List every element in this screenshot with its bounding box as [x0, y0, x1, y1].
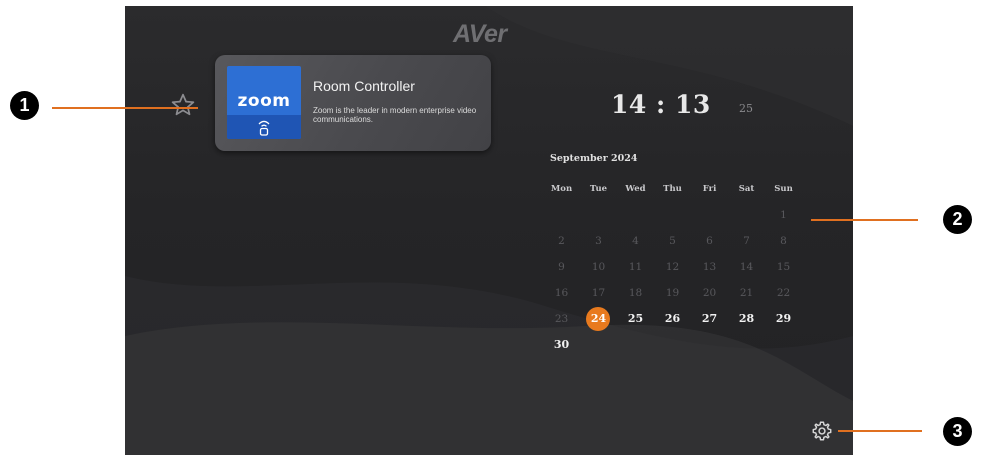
callout-3-leader [838, 430, 922, 432]
calendar-day: 15 [776, 261, 791, 273]
today-label: 24 [590, 312, 607, 325]
calendar-day: 27 [701, 312, 718, 325]
zoom-app-icon: zoom [227, 66, 301, 139]
gear-icon[interactable] [811, 420, 833, 442]
calendar-day: 7 [743, 235, 750, 247]
app-description: Zoom is the leader in modern enterprise … [313, 106, 477, 124]
calendar-day: 22 [776, 287, 791, 299]
calendar-week-row: 1 [543, 208, 805, 234]
calendar-day: 11 [628, 261, 643, 273]
weekday-label: Sun [774, 184, 793, 194]
calendar-day: 16 [554, 287, 569, 299]
weekday-label: Wed [625, 184, 646, 194]
clock-seconds: 25 [739, 102, 753, 115]
calendar-day: 20 [702, 287, 717, 299]
calendar-day: 19 [665, 287, 680, 299]
callout-marker-2: 2 [943, 205, 972, 234]
callout-2-leader [811, 219, 918, 221]
clock-separator: : [656, 90, 666, 119]
calendar-day: 1 [780, 209, 787, 221]
calendar-day: 4 [632, 235, 639, 247]
calendar-month-label: September 2024 [550, 153, 638, 164]
callout-marker-1: 1 [10, 91, 39, 120]
clock-time: 14 : 13 [611, 90, 711, 119]
calendar-day: 13 [702, 261, 717, 273]
calendar-grid: Mon Tue Wed Thu Fri Sat Sun 1 2 3 4 5 6 … [543, 182, 805, 364]
calendar-week-row: 9 10 11 12 13 14 15 [543, 260, 805, 286]
calendar-day: 8 [780, 235, 787, 247]
calendar-day-today[interactable]: 24 [580, 307, 617, 331]
weekday-label: Tue [589, 184, 608, 194]
calendar-day: 18 [628, 287, 643, 299]
calendar-day: 14 [739, 261, 754, 273]
clock-minutes: 13 [674, 90, 711, 119]
calendar-week-row: 23 24 25 26 27 28 29 [543, 307, 805, 338]
star-icon[interactable] [170, 92, 196, 118]
aver-logo: AVer [453, 20, 507, 48]
app-title: Room Controller [313, 78, 415, 94]
calendar-day: 6 [706, 235, 713, 247]
calendar-week-row: 2 3 4 5 6 7 8 [543, 234, 805, 260]
calendar-day: 10 [591, 261, 606, 273]
calendar-day: 23 [554, 313, 569, 325]
weekday-label: Mon [550, 184, 573, 194]
remote-signal-icon [258, 120, 270, 136]
calendar-week-row: 16 17 18 19 20 21 22 [543, 286, 805, 312]
calendar-day: 12 [665, 261, 680, 273]
clock-hours: 14 [611, 90, 647, 119]
calendar-weekday-row: Mon Tue Wed Thu Fri Sat Sun [543, 182, 805, 208]
weekday-label: Fri [702, 184, 717, 194]
calendar-day: 29 [775, 312, 792, 325]
home-screen: AVer zoom Room Controller Zoom is the le… [125, 6, 853, 455]
callout-1-leader [52, 107, 198, 109]
callout-marker-3: 3 [943, 417, 972, 446]
calendar-day: 30 [553, 338, 570, 351]
weekday-label: Thu [663, 184, 682, 194]
zoom-logo-text: zoom [237, 91, 291, 111]
calendar-day: 3 [595, 235, 602, 247]
calendar-day: 17 [591, 287, 606, 299]
calendar-day: 28 [738, 312, 755, 325]
calendar-week-row: 30 [543, 338, 805, 364]
calendar-day: 26 [664, 312, 681, 325]
calendar-day: 25 [627, 312, 644, 325]
room-controller-app-card[interactable]: zoom Room Controller Zoom is the leader … [215, 55, 491, 151]
weekday-label: Sat [738, 184, 755, 194]
calendar-day: 9 [558, 261, 565, 273]
calendar-day: 5 [669, 235, 676, 247]
calendar-day: 2 [558, 235, 565, 247]
calendar-day: 21 [739, 287, 754, 299]
